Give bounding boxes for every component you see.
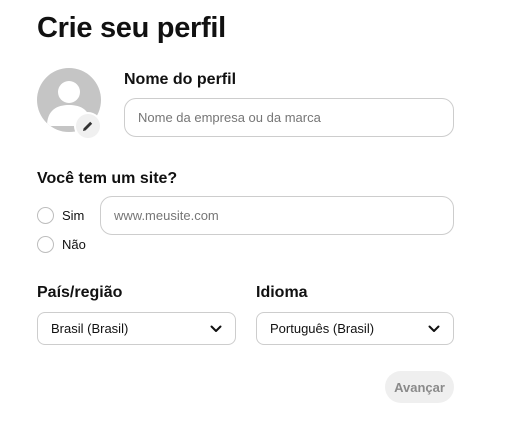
website-option-yes[interactable]: Sim: [37, 207, 84, 224]
language-label: Idioma: [256, 284, 308, 301]
country-selected-value: Brasil (Brasil): [51, 321, 129, 336]
profile-name-label: Nome do perfil: [124, 71, 237, 88]
profile-name-input[interactable]: [124, 98, 454, 137]
language-select[interactable]: Português (Brasil): [256, 312, 454, 345]
next-button[interactable]: Avançar: [385, 371, 454, 403]
country-select[interactable]: Brasil (Brasil): [37, 312, 236, 345]
website-question-label: Você tem um site?: [37, 170, 178, 187]
radio-yes[interactable]: [37, 207, 54, 224]
radio-no[interactable]: [37, 236, 54, 253]
radio-no-label: Não: [62, 237, 86, 252]
chevron-down-icon: [210, 325, 222, 332]
language-selected-value: Português (Brasil): [270, 321, 375, 336]
radio-yes-label: Sim: [62, 208, 85, 223]
country-label: País/região: [37, 284, 123, 301]
edit-avatar-button[interactable]: [76, 114, 100, 138]
pencil-icon: [83, 121, 93, 131]
page-title: Crie seu perfil: [37, 12, 226, 44]
create-profile-page: Crie seu perfil Nome do perfil Você tem …: [0, 0, 512, 425]
website-url-input[interactable]: [100, 196, 454, 235]
website-option-no[interactable]: Não: [37, 236, 86, 253]
chevron-down-icon: [428, 325, 440, 332]
